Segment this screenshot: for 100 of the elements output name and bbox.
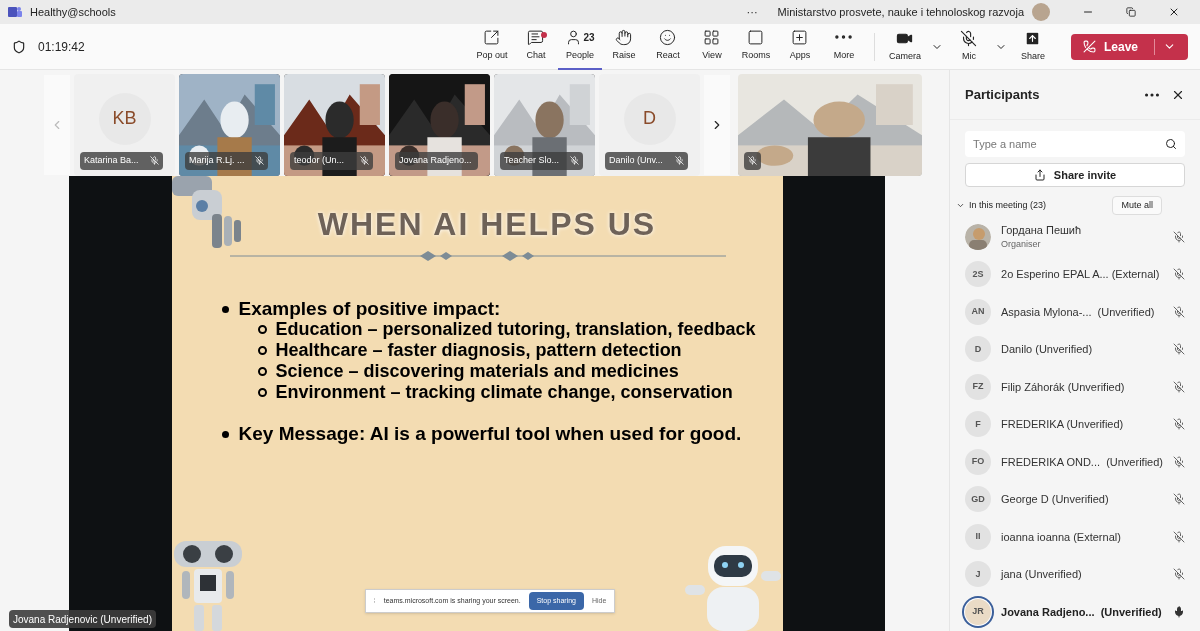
video-tile[interactable]: D Danilo (Unv... <box>599 73 700 176</box>
participant-name: jana (Unverified) <box>1001 567 1083 582</box>
sub-bullet-icon <box>257 388 267 397</box>
search-field[interactable]: Type a name <box>965 131 1185 157</box>
participant-row[interactable]: J jana (Unverified) <box>950 555 1200 593</box>
participant-name: Katarina Ba... <box>84 153 140 167</box>
participant-avatar: FZ <box>965 373 991 400</box>
device-button[interactable]: Camera <box>882 23 927 70</box>
participant-name: Filip Záhorák (Unverified) <box>1001 379 1126 395</box>
people-count: 23 <box>583 30 595 45</box>
restore-icon[interactable] <box>1126 7 1136 17</box>
hand-icon <box>615 28 633 46</box>
participant-name: Aspasia Mylona-... (Unverified) <box>1001 304 1156 320</box>
slide-bullet: Examples of positive impact: <box>238 298 501 319</box>
app-logo-icon <box>8 6 22 18</box>
participant-photo <box>965 223 991 250</box>
participant-name: Danilo (Unv... <box>609 153 664 167</box>
grid-icon <box>703 28 721 46</box>
participant-name: Danilo (Unverified) <box>1001 342 1094 357</box>
participant-avatar: FO <box>965 448 991 475</box>
slide-title: WHEN AI HELPS US <box>317 206 657 242</box>
participant-name: 2o Esperino EPAL A... (External) <box>1001 267 1161 282</box>
slide-bullet: Key Message: AI is a powerful tool when used for good. <box>238 423 742 444</box>
participant-avatar: J <box>965 561 991 588</box>
avatar-initials: KB <box>98 92 151 145</box>
presenter-label: Jovana Radjenovic (Unverified) <box>9 610 156 628</box>
participant-row[interactable]: D Danilo (Unverified) <box>950 330 1200 368</box>
participant-name: FREDERIKA (Unverified) <box>1001 417 1125 432</box>
device-button[interactable]: Share <box>1010 23 1055 70</box>
toolbar-button[interactable]: Raise <box>601 23 646 70</box>
toolbar-button[interactable]: More <box>821 23 866 70</box>
participant-avatar: II <box>965 523 991 550</box>
toolbar-button[interactable]: View <box>689 23 734 70</box>
popout-icon <box>483 28 501 46</box>
device-button[interactable]: Mic <box>946 23 991 70</box>
participant-row[interactable]: FZ Filip Záhorák (Unverified) <box>950 368 1200 406</box>
participant-avatar: JR <box>965 598 991 625</box>
share-icon <box>1033 169 1046 181</box>
account-name: Ministarstvo prosvete, nauke i tehnoloskog razvoja <box>777 4 1024 20</box>
leave-button[interactable]: Leave <box>1070 33 1188 60</box>
mute-all-button[interactable]: Mute all <box>1112 196 1162 215</box>
panel-title: Participants <box>965 85 1041 104</box>
participant-avatar: F <box>965 411 991 438</box>
video-tile[interactable]: Jovana Radjeno... <box>389 73 490 176</box>
more-icon[interactable] <box>1145 92 1159 97</box>
toolbar-button[interactable]: Rooms <box>733 23 778 70</box>
participant-row[interactable]: AN Aspasia Mylona-... (Unverified) <box>950 293 1200 331</box>
toolbar-button[interactable]: React <box>645 23 690 70</box>
video-tile[interactable]: Marija R.Lj. ... <box>179 73 280 176</box>
plus-square-icon <box>791 28 809 46</box>
hang-up-icon <box>1082 40 1096 53</box>
participant-avatar: 2S <box>965 261 991 288</box>
share-screen-icon <box>1024 29 1042 47</box>
avatar-initials: D <box>623 92 676 145</box>
participant-name: FREDERIKA OND... (Unverified) <box>1001 454 1163 470</box>
participant-name: Гордана Пешић <box>1001 222 1083 238</box>
section-heading: In this meeting (23) <box>969 198 1048 212</box>
participant-row[interactable]: FO FREDERIKA OND... (Unverified) <box>950 443 1200 481</box>
participant-row[interactable]: JR Jovana Radjeno... (Unverified) <box>950 593 1200 631</box>
search-icon <box>1165 138 1177 150</box>
toolbar-button[interactable]: Chat <box>513 23 558 70</box>
participant-name: ioanna ioanna (External) <box>1001 529 1122 545</box>
participant-name: Jovana Radjeno... (Unverified) <box>1001 604 1163 620</box>
toolbar-button[interactable]: 23 People <box>557 23 602 70</box>
share-invite-button[interactable]: Share invite <box>965 163 1185 187</box>
close-icon[interactable] <box>1168 6 1180 18</box>
participant-row[interactable]: II ioanna ioanna (External) <box>950 518 1200 556</box>
collapse-icon[interactable] <box>956 201 965 210</box>
window-title: Healthy@schools <box>30 4 116 20</box>
toolbar-button[interactable]: Pop out <box>469 23 514 70</box>
chat-icon <box>527 28 545 46</box>
slide-sub-bullet: Education – personalized tutoring, translation, feedback <box>275 319 757 340</box>
video-tile[interactable]: KB Katarina Ba... <box>74 73 175 176</box>
participant-row[interactable]: F FREDERIKA (Unverified) <box>950 405 1200 443</box>
slide-sub-bullet: Environment – tracking climate change, conservation <box>275 382 734 403</box>
participant-name: teodor (Un... <box>294 153 346 167</box>
participant-role: Organiser <box>1001 238 1042 252</box>
sub-bullet-icon <box>257 367 267 376</box>
bullet-icon <box>221 431 229 438</box>
participant-avatar: AN <box>965 298 991 325</box>
participant-name: Marija R.Lj. ... <box>189 153 246 167</box>
mic-off-icon <box>960 29 978 47</box>
more-icon <box>835 35 853 40</box>
video-tile[interactable]: teodor (Un... <box>284 73 385 176</box>
participant-name: Teacher Slo... <box>504 153 561 167</box>
participant-avatar: D <box>965 336 991 363</box>
participant-name: George D (Unverified) <box>1001 492 1110 507</box>
video-tile[interactable]: Teacher Slo... <box>494 73 595 176</box>
participant-row[interactable]: 2S 2o Esperino EPAL A... (External) <box>950 255 1200 293</box>
toolbar-button[interactable]: Apps <box>777 23 822 70</box>
participant-avatar: GD <box>965 486 991 513</box>
participant-row[interactable]: Гордана Пешић Organiser <box>950 218 1200 256</box>
smile-icon <box>659 28 677 46</box>
meeting-timer: 01:19:42 <box>38 38 85 56</box>
more-button[interactable]: ··· <box>746 3 758 21</box>
sub-bullet-icon <box>257 325 267 334</box>
participant-row[interactable]: GD George D (Unverified) <box>950 480 1200 518</box>
bullet-icon <box>221 306 229 313</box>
slide-sub-bullet: Healthcare – faster diagnosis, pattern detection <box>275 340 683 361</box>
participant-name: Jovana Radjeno... <box>399 153 473 167</box>
